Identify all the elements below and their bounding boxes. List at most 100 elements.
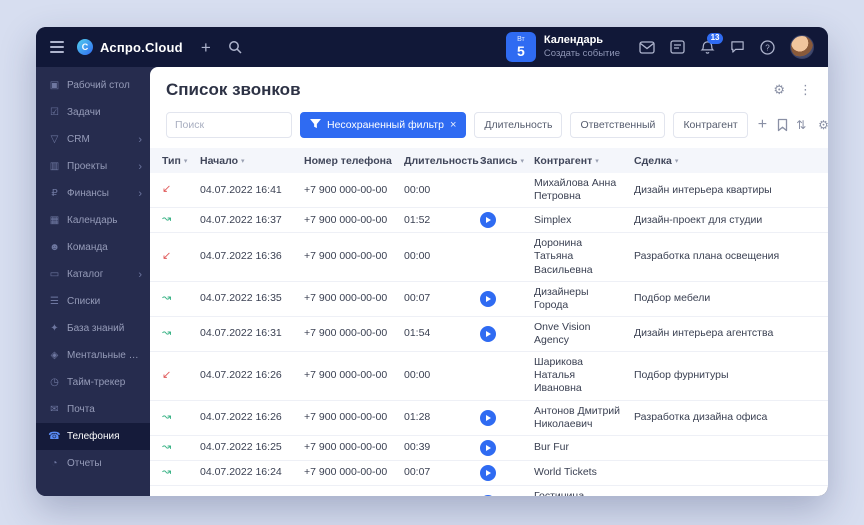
call-direction-icon: ↝ bbox=[162, 327, 172, 340]
call-direction-icon: ↙ bbox=[162, 183, 172, 196]
sidebar-item-label: Проекты bbox=[67, 161, 108, 172]
table-row[interactable]: ↝ 04.07.2022 16:26 +7 900 000-00-00 01:2… bbox=[150, 401, 828, 436]
sidebar-item-label: База знаний bbox=[67, 323, 125, 334]
sidebar-item-lists[interactable]: ☰ Списки bbox=[36, 288, 150, 315]
cell-start: 04.07.2022 16:24 bbox=[200, 466, 282, 479]
sidebar-item-crm[interactable]: ▽ CRM › bbox=[36, 126, 150, 153]
sidebar-item-catalog[interactable]: ▭ Каталог › bbox=[36, 261, 150, 288]
notes-icon[interactable] bbox=[670, 40, 685, 54]
column-header[interactable]: Начало ▾ bbox=[194, 155, 298, 167]
sidebar-item-projects[interactable]: ▥ Проекты › bbox=[36, 153, 150, 180]
table-row[interactable]: ↙ 04.07.2022 16:26 +7 900 000-00-00 00:0… bbox=[150, 352, 828, 401]
cell-phone: +7 900 000-00-00 bbox=[304, 250, 388, 263]
sidebar-item-reports[interactable]: ◔ Отчеты bbox=[36, 450, 150, 477]
table-row[interactable]: ↝ 04.07.2022 16:31 +7 900 000-00-00 01:5… bbox=[150, 317, 828, 353]
column-header[interactable]: Контрагент ▾ bbox=[528, 155, 628, 167]
filter-chip[interactable]: Ответственный bbox=[570, 112, 666, 138]
chat-icon[interactable] bbox=[730, 40, 745, 54]
cell-duration: 00:53 bbox=[398, 492, 474, 496]
active-filter-label: Несохраненный фильтр bbox=[327, 119, 444, 131]
filter-chip[interactable]: Контрагент bbox=[673, 112, 748, 138]
cell-phone: +7 900 000-00-00 bbox=[304, 466, 388, 479]
table-row[interactable]: ↙ 04.07.2022 16:41 +7 900 000-00-00 00:0… bbox=[150, 173, 828, 209]
active-filter-chip[interactable]: Несохраненный фильтр × bbox=[300, 112, 467, 138]
table-body: ↙ 04.07.2022 16:41 +7 900 000-00-00 00:0… bbox=[150, 173, 828, 496]
remove-filter-icon[interactable]: × bbox=[450, 119, 456, 131]
user-avatar[interactable] bbox=[790, 35, 814, 59]
column-header[interactable]: Запись ▾ bbox=[474, 155, 528, 167]
sidebar-item-finance[interactable]: ₽ Финансы › bbox=[36, 180, 150, 207]
kebab-menu-icon[interactable]: ⋮ bbox=[799, 82, 812, 98]
help-icon[interactable]: ? bbox=[760, 39, 775, 55]
sidebar-item-tasks[interactable]: ☑ Задачи bbox=[36, 99, 150, 126]
sidebar-item-label: Телефония bbox=[67, 431, 120, 442]
sidebar-item-icon: ▦ bbox=[49, 215, 60, 226]
filter-chip-label: Длительность bbox=[484, 119, 553, 131]
sort-chevron-icon: ▾ bbox=[183, 157, 188, 165]
filter-chip[interactable]: Длительность bbox=[474, 112, 563, 138]
cell-duration: 00:00 bbox=[404, 369, 431, 382]
play-record-button[interactable] bbox=[480, 464, 496, 481]
column-header[interactable]: Номер телефона bbox=[298, 155, 398, 167]
sidebar-item-mail[interactable]: ✉ Почта bbox=[36, 396, 150, 423]
play-record-button[interactable] bbox=[480, 326, 496, 342]
sort-icon[interactable]: ⇅ bbox=[796, 118, 806, 132]
table-row[interactable]: ↝ 04.07.2022 16:35 +7 900 000-00-00 00:0… bbox=[150, 282, 828, 317]
play-record-button[interactable] bbox=[480, 409, 496, 426]
mail-icon[interactable] bbox=[639, 40, 655, 54]
column-header[interactable]: Длительность ▾ bbox=[398, 155, 485, 167]
cell-deal: Разработка плана освещения bbox=[634, 250, 780, 263]
play-record-button[interactable] bbox=[480, 290, 496, 307]
sidebar-item-mindmaps[interactable]: ◈ Ментальные карты bbox=[36, 342, 150, 369]
sidebar-item-desktop[interactable]: ▣ Рабочий стол bbox=[36, 72, 150, 99]
column-header-label: Длительность bbox=[404, 154, 479, 167]
cell-deal: Дизайн интерьера квартиры bbox=[634, 183, 772, 196]
table-row[interactable]: ↝ 04.07.2022 16:24 +7 900 000-00-00 00:0… bbox=[150, 461, 828, 486]
bookmark-icon[interactable] bbox=[777, 118, 788, 132]
calendar-day: 5 bbox=[517, 43, 525, 59]
add-filter-button[interactable]: + bbox=[756, 116, 769, 134]
table-row[interactable]: ↙ 04.07.2022 16:36 +7 900 000-00-00 00:0… bbox=[150, 233, 828, 282]
call-direction-icon: ↝ bbox=[162, 410, 172, 423]
sidebar-item-telephony[interactable]: ☎ Телефония bbox=[36, 423, 150, 450]
cell-duration: 01:52 bbox=[404, 213, 431, 226]
search-icon[interactable] bbox=[228, 40, 242, 54]
table-header-row: Тип ▾ Начало ▾ Номер телефона Длительнос… bbox=[150, 148, 828, 173]
calendar-date-box: Вт 5 bbox=[505, 32, 536, 62]
cell-start: 04.07.2022 16:24 bbox=[194, 492, 298, 496]
column-header[interactable]: Сделка ▾ bbox=[628, 155, 828, 167]
table-row[interactable]: ↝ 04.07.2022 16:37 +7 900 000-00-00 01:5… bbox=[150, 208, 828, 234]
bell-icon[interactable]: 13 bbox=[700, 32, 723, 55]
chevron-right-icon: › bbox=[138, 133, 142, 146]
play-record-button[interactable] bbox=[480, 494, 496, 496]
calendar-widget[interactable]: Вт 5 Календарь Создать событие bbox=[505, 32, 620, 62]
app-logo[interactable]: C Аспро.Cloud bbox=[77, 39, 183, 55]
search-input[interactable] bbox=[166, 112, 292, 138]
sort-chevron-icon: ▾ bbox=[241, 157, 245, 165]
table-row[interactable]: ↝ 04.07.2022 16:24 +7 900 000-00-00 00:5… bbox=[150, 486, 828, 496]
cell-counterparty: Гостиница "Южная" bbox=[534, 489, 585, 496]
sidebar-item-calendar[interactable]: ▦ Календарь bbox=[36, 207, 150, 234]
column-header[interactable]: Тип ▾ bbox=[150, 155, 194, 167]
filter-chips: Длительность Ответственный Контрагент bbox=[474, 112, 748, 138]
play-record-button[interactable] bbox=[480, 439, 496, 456]
sidebar-item-team[interactable]: ☻ Команда bbox=[36, 234, 150, 261]
cell-counterparty: Доронина Татьяна Васильевна bbox=[534, 237, 593, 276]
cell-phone: +7 900 000-00-00 bbox=[304, 411, 388, 424]
play-record-button[interactable] bbox=[480, 212, 496, 229]
page-title: Список звонков bbox=[166, 80, 301, 99]
create-event-link[interactable]: Создать событие bbox=[544, 48, 620, 60]
topbar: C Аспро.Cloud + Вт 5 Календарь Создать с… bbox=[36, 27, 828, 67]
call-direction-icon: ↝ bbox=[162, 440, 172, 453]
quick-add-button[interactable]: + bbox=[201, 39, 211, 56]
sidebar-item-time-tracker[interactable]: ◷ Тайм-трекер bbox=[36, 369, 150, 396]
page-settings-icon[interactable]: ⚙ bbox=[773, 82, 785, 98]
table-settings-icon[interactable]: ⚙ bbox=[818, 118, 828, 132]
app-window: C Аспро.Cloud + Вт 5 Календарь Создать с… bbox=[36, 27, 828, 496]
sidebar-item-knowledge[interactable]: ✦ База знаний bbox=[36, 315, 150, 342]
cell-duration: 00:00 bbox=[404, 250, 431, 263]
sidebar-item-label: Задачи bbox=[67, 107, 101, 118]
menu-toggle-icon[interactable] bbox=[50, 41, 64, 53]
table-row[interactable]: ↝ 04.07.2022 16:25 +7 900 000-00-00 00:3… bbox=[150, 436, 828, 461]
calendar-weekday: Вт bbox=[517, 36, 525, 43]
